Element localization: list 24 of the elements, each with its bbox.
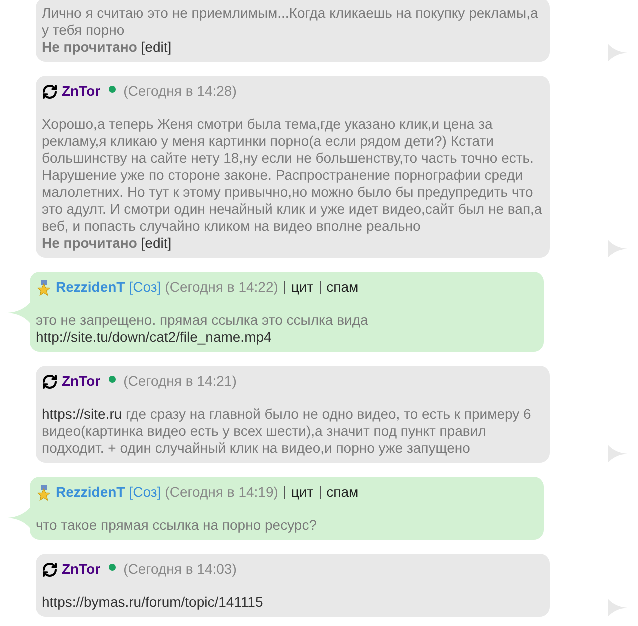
message-text: это не запрещено. прямая ссылка это ссылка вида http://site.tu/down/cat2/file_name.mp4 [36,312,370,346]
action-link[interactable]: спам [326,484,359,501]
author-name[interactable]: ZnTor [62,373,101,390]
edit-link[interactable]: [edit] [141,39,172,55]
action-link[interactable]: цит [291,484,314,501]
message-time: (Сегодня в 14:22) [165,279,278,296]
message-text: Лично я считаю это не приемлимым...Когда кликаешь на покупку рекламы,а у тебя порно [42,5,540,39]
message-text: что такое прямая ссылка на порно ресурс? [36,517,318,534]
author-name[interactable]: ZnTor [62,561,101,578]
message-link[interactable]: https://site.ru [42,406,122,422]
author-name[interactable]: ZnTor [62,83,101,100]
message-time: (Сегодня в 14:19) [165,484,278,501]
message-time: (Сегодня в 14:03) [124,561,237,578]
read-status: Не прочитано [42,235,138,251]
message-time: (Сегодня в 14:28) [124,83,237,100]
read-status: Не прочитано [42,39,138,55]
message-link[interactable]: https://bymas.ru/forum/topic/141115 [42,594,264,610]
action-link[interactable]: спам [326,279,359,296]
message-text: Хорошо,а теперь Женя смотри была тема,где указано клик,и цена за рекламу,я кликаю у меня картинки порно(а если рядом дети?) Кстати большинству на сайте нету 18,ну если не большенству,то часть точно есть. Нарушение уже по стороне законе. Распространение порнографии среди малолетних. Но тут к этому привычно,но можно было бы предупредить что это адулт. И смотри один нечайный клик и уже идет видео,сайт был не вап,а веб, и попасть случайно кликом на видео вполне реально [42,116,544,235]
message-time: (Сегодня в 14:21) [124,373,237,390]
edit-link[interactable]: [edit] [141,235,172,251]
message-link[interactable]: http://site.tu/down/cat2/file_name.mp4 [36,329,272,345]
action-link[interactable]: цит [291,279,314,296]
message-text: https://site.ru где сразу на главной было не одно видео, то есть к примеру 6 видео(картинка видео есть у всех шести),а значит под пункт правил подходит. + один случайный клик на видео,и порно уже запущено [42,406,532,457]
